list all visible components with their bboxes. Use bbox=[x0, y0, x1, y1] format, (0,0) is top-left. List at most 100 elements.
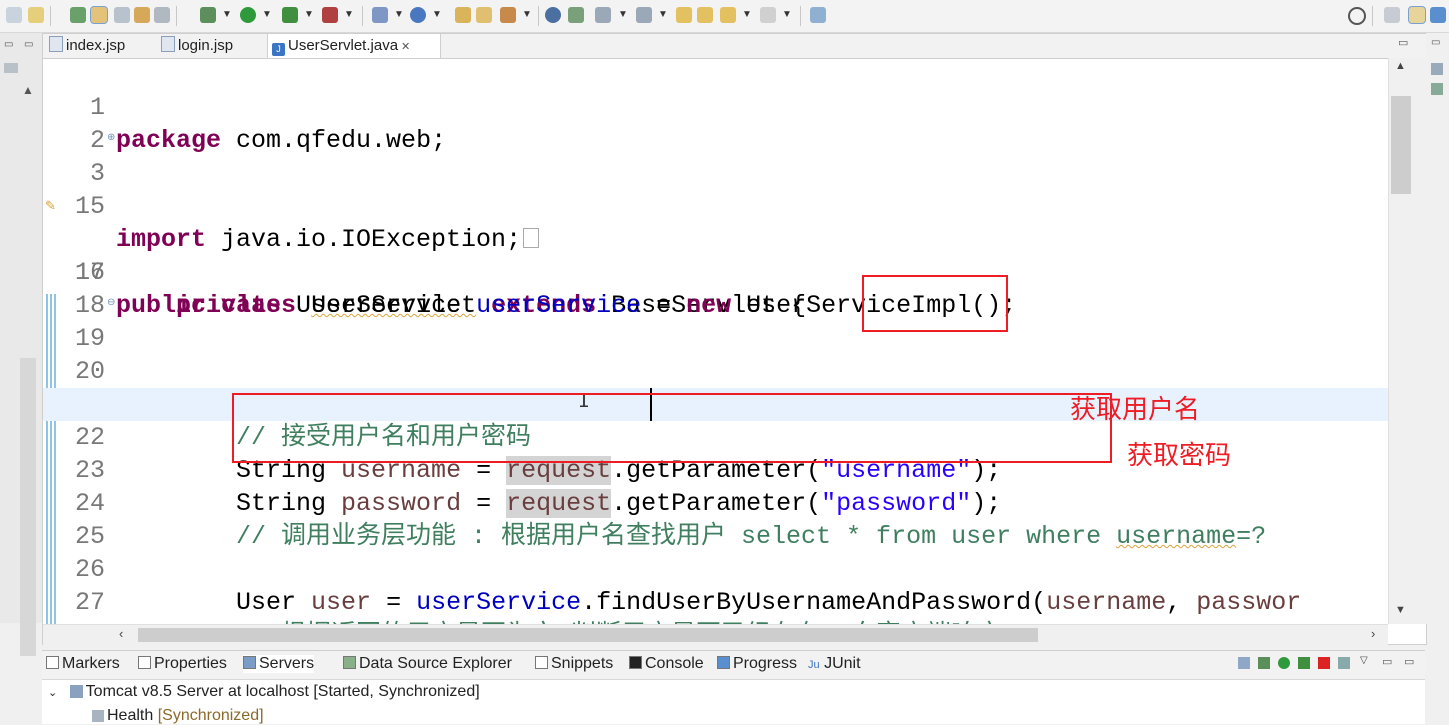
chevron-down-icon[interactable]: ⌄ bbox=[48, 687, 57, 699]
horizontal-scrollbar[interactable]: ‹ › bbox=[43, 624, 1388, 645]
next-annotation-icon[interactable] bbox=[595, 7, 611, 23]
tab-label: JUnit bbox=[824, 655, 861, 672]
chevron-down-icon[interactable]: ▼ bbox=[522, 9, 532, 20]
task-icon[interactable] bbox=[134, 7, 150, 23]
task-list-icon[interactable] bbox=[1431, 83, 1443, 95]
outline-view-icon[interactable] bbox=[1431, 63, 1443, 75]
debug-icon[interactable] bbox=[200, 7, 216, 23]
chevron-down-icon[interactable]: ▼ bbox=[658, 9, 668, 20]
new-server-icon[interactable] bbox=[372, 7, 388, 23]
tab-label: index.jsp bbox=[66, 37, 126, 54]
restore-icon[interactable] bbox=[4, 63, 18, 73]
globe-icon[interactable] bbox=[545, 7, 561, 23]
coverage-icon[interactable] bbox=[282, 7, 298, 23]
last-edit-icon[interactable] bbox=[676, 7, 692, 23]
code-view[interactable]: 1 package com.qfedu.web; 2 3 ⊕ import ja… bbox=[43, 58, 1388, 624]
pilcrow-icon[interactable] bbox=[154, 7, 170, 23]
run-icon[interactable] bbox=[240, 7, 256, 23]
module-row[interactable]: Health [Synchronized] bbox=[92, 707, 264, 725]
tab-console[interactable]: Console bbox=[629, 655, 704, 673]
chevron-down-icon[interactable]: ▼ bbox=[432, 9, 442, 20]
code-line: 25 bbox=[43, 487, 1388, 551]
open-folder-icon[interactable] bbox=[476, 7, 492, 23]
tab-label: Servers bbox=[259, 655, 315, 672]
prev-annotation-icon[interactable] bbox=[636, 7, 652, 23]
vertical-scroll-thumb[interactable] bbox=[1391, 96, 1411, 194]
new-file-icon[interactable] bbox=[6, 7, 22, 23]
chevron-down-icon[interactable]: ▼ bbox=[782, 9, 792, 20]
back-icon[interactable] bbox=[697, 7, 713, 23]
scroll-right-icon[interactable]: › bbox=[1371, 626, 1375, 641]
fold-expand-icon[interactable]: ⊕ bbox=[107, 122, 115, 155]
scroll-down-icon[interactable]: ▼ bbox=[1395, 604, 1406, 616]
minimize-panel-icon[interactable]: ▭ bbox=[1382, 655, 1392, 668]
minimize-editor-icon[interactable]: ▭ bbox=[1398, 36, 1408, 49]
java-file-icon: J bbox=[272, 43, 285, 56]
chevron-down-icon[interactable]: ▼ bbox=[394, 9, 404, 20]
search-refs-icon[interactable] bbox=[568, 7, 584, 23]
vertical-scrollbar[interactable]: ▲ ▼ bbox=[1388, 58, 1427, 624]
chevron-down-icon[interactable]: ▼ bbox=[222, 9, 232, 20]
profile-server-icon[interactable] bbox=[1298, 657, 1310, 669]
server-name: Tomcat v8.5 Server at localhost bbox=[85, 683, 309, 700]
horizontal-scroll-thumb[interactable] bbox=[138, 628, 1038, 642]
highlight-icon[interactable] bbox=[90, 6, 108, 24]
publish-icon[interactable] bbox=[1338, 657, 1350, 669]
left-scroll-area bbox=[20, 358, 36, 656]
chevron-down-icon[interactable]: ▼ bbox=[262, 9, 272, 20]
collapse-icon[interactable] bbox=[1238, 657, 1250, 669]
tab-index-jsp[interactable]: index.jsp bbox=[49, 34, 159, 58]
pin-icon[interactable] bbox=[70, 7, 86, 23]
external-tools-icon[interactable] bbox=[322, 7, 338, 23]
server-row[interactable]: ⌄ Tomcat v8.5 Server at localhost [Start… bbox=[48, 683, 480, 701]
tab-servers[interactable]: Servers bbox=[243, 655, 315, 673]
maximize-panel-icon[interactable]: ▭ bbox=[1404, 655, 1414, 668]
open-type-icon[interactable] bbox=[455, 7, 471, 23]
stop-server-icon[interactable] bbox=[1318, 657, 1330, 669]
chevron-down-icon[interactable]: ▼ bbox=[618, 9, 628, 20]
minimize-icon[interactable]: ▭ bbox=[4, 39, 13, 50]
chevron-down-icon[interactable]: ▼ bbox=[344, 9, 354, 20]
tab-label: Progress bbox=[733, 655, 798, 672]
code-line: 18 bbox=[43, 256, 1388, 320]
tab-label: Snippets bbox=[551, 655, 614, 672]
close-icon[interactable]: ✕ bbox=[401, 41, 410, 53]
java-ee-perspective-icon[interactable] bbox=[1408, 6, 1426, 24]
scroll-up-icon[interactable]: ▲ bbox=[1395, 60, 1406, 72]
markers-icon bbox=[46, 656, 59, 669]
tab-label: UserServlet.java bbox=[288, 37, 399, 54]
chevron-down-icon[interactable]: ▼ bbox=[304, 9, 314, 20]
tab-markers[interactable]: Markers bbox=[46, 655, 120, 673]
paragraph-icon[interactable] bbox=[114, 7, 130, 23]
tab-login-jsp[interactable]: login.jsp bbox=[161, 34, 261, 58]
chevron-down-icon[interactable]: ▼ bbox=[742, 9, 752, 20]
new-class-icon[interactable] bbox=[410, 7, 426, 23]
maximize-icon[interactable]: ▭ bbox=[24, 39, 33, 50]
fold-collapse-icon[interactable]: ⊖ bbox=[107, 287, 115, 320]
tab-properties[interactable]: Properties bbox=[138, 655, 227, 673]
brush-icon[interactable] bbox=[500, 7, 516, 23]
debug-server-icon[interactable] bbox=[1258, 657, 1270, 669]
view-menu-icon[interactable]: ▽ bbox=[1360, 655, 1368, 666]
warning-icon[interactable]: ✎ bbox=[45, 190, 56, 223]
forward-arrow-icon[interactable] bbox=[760, 7, 776, 23]
java-perspective-icon[interactable] bbox=[1430, 7, 1446, 23]
code-line: 21 // 接受用户名和用户密码 bbox=[43, 355, 1388, 452]
scroll-left-icon[interactable]: ‹ bbox=[119, 626, 123, 641]
search-icon[interactable] bbox=[1348, 7, 1366, 25]
tab-data-source-explorer[interactable]: Data Source Explorer bbox=[343, 655, 512, 673]
tab-junit[interactable]: Ju JUnit bbox=[808, 655, 861, 673]
start-server-icon[interactable] bbox=[1278, 657, 1290, 669]
save-icon[interactable] bbox=[28, 7, 44, 23]
module-icon bbox=[92, 710, 104, 722]
tab-userservlet-java[interactable]: J UserServlet.java ✕ bbox=[267, 34, 441, 58]
code-line: 17 private UserService userService = new… bbox=[43, 223, 1388, 320]
tab-progress[interactable]: Progress bbox=[717, 655, 797, 673]
back-arrow-icon[interactable] bbox=[720, 7, 736, 23]
code-line: 1 package com.qfedu.web; bbox=[43, 58, 1388, 155]
chevron-up-icon[interactable]: ▲ bbox=[22, 83, 34, 97]
open-perspective-icon[interactable] bbox=[1384, 7, 1400, 23]
minimize-icon[interactable]: ▭ bbox=[1431, 37, 1440, 48]
tab-snippets[interactable]: Snippets bbox=[535, 655, 613, 673]
pin-editor-icon[interactable] bbox=[810, 7, 826, 23]
